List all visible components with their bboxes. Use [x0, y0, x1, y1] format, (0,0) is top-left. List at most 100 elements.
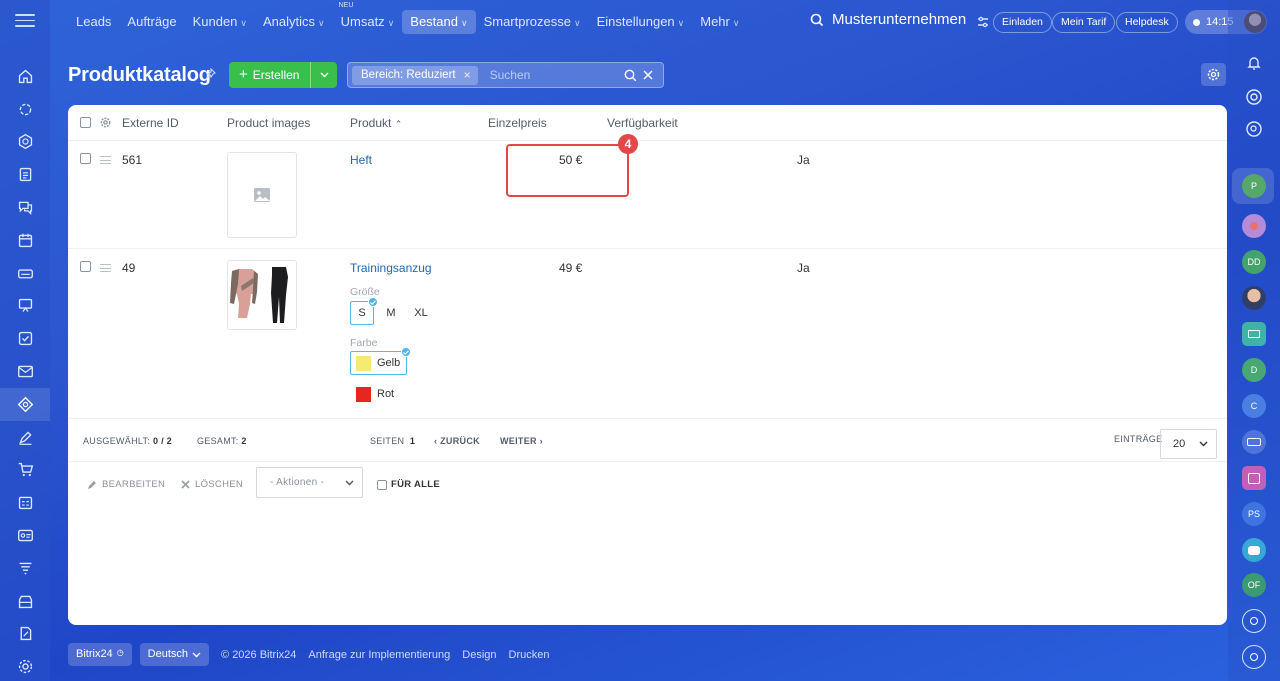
copilot-icon[interactable] — [1242, 85, 1266, 109]
calendar-icon[interactable] — [0, 224, 50, 257]
contact-avatar-purple[interactable] — [1242, 214, 1266, 238]
contact-card-icon[interactable] — [1242, 322, 1266, 346]
column-settings-icon[interactable] — [100, 117, 111, 128]
document-icon[interactable] — [0, 158, 50, 191]
planner-icon[interactable] — [0, 486, 50, 519]
color-option-gelb[interactable]: Gelb — [350, 347, 412, 375]
product-image-placeholder[interactable] — [227, 152, 297, 238]
contact-avatar-d[interactable]: D — [1242, 358, 1266, 382]
create-button[interactable]: + Erstellen — [229, 62, 337, 88]
row-checkbox[interactable] — [80, 153, 91, 164]
contact-avatar-c[interactable]: C — [1242, 394, 1266, 418]
filter-tag-label: Bereich: Reduziert — [361, 68, 456, 81]
hexagon-icon[interactable] — [0, 126, 50, 159]
search-icon[interactable] — [810, 13, 824, 27]
contact-avatar-p[interactable]: P — [1242, 174, 1266, 198]
column-external-id[interactable]: Externe ID — [122, 116, 179, 130]
card-icon[interactable] — [0, 519, 50, 552]
nav-item-aufträge[interactable]: Aufträge — [119, 10, 184, 34]
column-availability[interactable]: Verfügbarkeit — [607, 116, 678, 130]
per-page-select[interactable]: 20 — [1160, 429, 1217, 459]
settings-gear-icon[interactable] — [0, 650, 50, 681]
select-all-checkbox[interactable] — [80, 117, 91, 128]
help-icon[interactable] — [1242, 645, 1266, 669]
clear-icon[interactable] — [643, 70, 653, 80]
mail-icon[interactable] — [0, 355, 50, 388]
footer-link-implementation[interactable]: Anfrage zur Implementierung — [308, 649, 450, 661]
contact-avatar-ps[interactable]: PS — [1242, 502, 1266, 526]
chat-icon[interactable] — [0, 191, 50, 224]
support-icon[interactable] — [1242, 609, 1266, 633]
delete-button[interactable]: Löschen — [181, 479, 243, 490]
product-image[interactable] — [227, 260, 297, 330]
create-dropdown-button[interactable] — [310, 62, 337, 88]
filter-tag-remove-icon[interactable]: × — [464, 66, 471, 85]
drag-handle-icon[interactable] — [100, 156, 111, 167]
filter-search[interactable]: Bereich: Reduziert × — [347, 62, 664, 88]
contact-avatar-dd[interactable]: DD — [1242, 250, 1266, 274]
edit-icon[interactable] — [0, 421, 50, 454]
product-name-link[interactable]: Trainingsanzug — [350, 261, 432, 275]
nav-item-einstellungen[interactable]: Einstellungen ∨ — [589, 10, 693, 34]
calendar-app-icon[interactable] — [1242, 466, 1266, 490]
pin-icon[interactable] — [205, 67, 216, 82]
color-option-rot[interactable]: Rot — [350, 382, 401, 406]
presentation-icon[interactable] — [0, 290, 50, 323]
sign-icon[interactable] — [0, 618, 50, 651]
search-input[interactable] — [489, 68, 610, 82]
actions-select[interactable]: - Aktionen - — [256, 467, 363, 498]
current-page[interactable]: 1 — [410, 436, 415, 446]
column-product[interactable]: Produkt ⌃ — [350, 116, 402, 130]
for-all-toggle[interactable]: Für alle — [377, 479, 440, 490]
column-images[interactable]: Product images — [227, 116, 310, 130]
row-checkbox[interactable] — [80, 261, 91, 272]
plan-button[interactable]: Mein Tarif — [1052, 12, 1116, 33]
search-chat-icon[interactable] — [1242, 117, 1266, 141]
column-price[interactable]: Einzelpreis — [488, 116, 547, 130]
table-row[interactable]: 561 Heft 50 € Ja — [68, 141, 1227, 249]
contact-group-icon[interactable] — [1242, 430, 1266, 454]
sliders-icon[interactable] — [977, 16, 989, 28]
menu-icon[interactable] — [15, 14, 35, 30]
contact-avatar-of[interactable]: OF — [1242, 573, 1266, 597]
bell-icon[interactable] — [1242, 51, 1266, 75]
drive-icon[interactable] — [0, 257, 50, 290]
company-name[interactable]: Musterunternehmen — [832, 11, 966, 28]
search-icon[interactable] — [624, 69, 637, 82]
table-row[interactable]: 49 Trainingsanzug 49 € Ja Größe S M XL F… — [68, 249, 1227, 419]
size-option-xl[interactable]: XL — [407, 301, 435, 325]
crm-icon[interactable] — [0, 93, 50, 126]
product-name-link[interactable]: Heft — [350, 153, 372, 167]
prev-page-button[interactable]: ‹ Zurück — [434, 436, 480, 446]
next-page-button[interactable]: Weiter › — [500, 436, 543, 446]
nav-item-analytics[interactable]: Analytics ∨ — [255, 10, 333, 34]
size-option-s[interactable]: S — [350, 297, 378, 325]
tasks-icon[interactable] — [0, 322, 50, 355]
chat-bubble-icon[interactable] — [1242, 538, 1266, 562]
nav-item-mehr[interactable]: Mehr ∨ — [692, 10, 747, 34]
filter-icon[interactable] — [0, 552, 50, 585]
invite-button[interactable]: Einladen — [993, 12, 1052, 33]
catalog-icon[interactable] — [0, 387, 50, 421]
company-search[interactable]: Musterunternehmen — [810, 11, 966, 28]
footer-link-design[interactable]: Design — [462, 649, 496, 661]
drag-handle-icon[interactable] — [100, 264, 111, 275]
nav-item-leads[interactable]: Leads — [68, 10, 119, 34]
footer-link-print[interactable]: Drucken — [509, 649, 550, 661]
home-icon[interactable] — [0, 60, 50, 93]
nav-item-bestand[interactable]: Bestand ∨ — [402, 10, 476, 34]
contact-avatar-photo[interactable] — [1242, 286, 1266, 310]
filter-tag[interactable]: Bereich: Reduziert × — [352, 65, 478, 85]
for-all-checkbox[interactable] — [377, 479, 387, 490]
helpdesk-button[interactable]: Helpdesk — [1116, 12, 1178, 33]
nav-item-umsatz[interactable]: NEU Umsatz ∨ — [333, 2, 403, 34]
store-icon[interactable] — [0, 585, 50, 618]
language-select[interactable]: Deutsch — [139, 643, 210, 666]
cart-icon[interactable] — [0, 454, 50, 487]
size-option-m[interactable]: M — [379, 301, 403, 325]
page-settings-button[interactable] — [1201, 63, 1226, 86]
nav-item-smartprozesse[interactable]: Smartprozesse ∨ — [476, 10, 589, 34]
brand-button[interactable]: Bitrix24 ◷ — [68, 643, 132, 666]
nav-item-kunden[interactable]: Kunden ∨ — [185, 10, 255, 34]
edit-button[interactable]: Bearbeiten — [87, 479, 165, 490]
